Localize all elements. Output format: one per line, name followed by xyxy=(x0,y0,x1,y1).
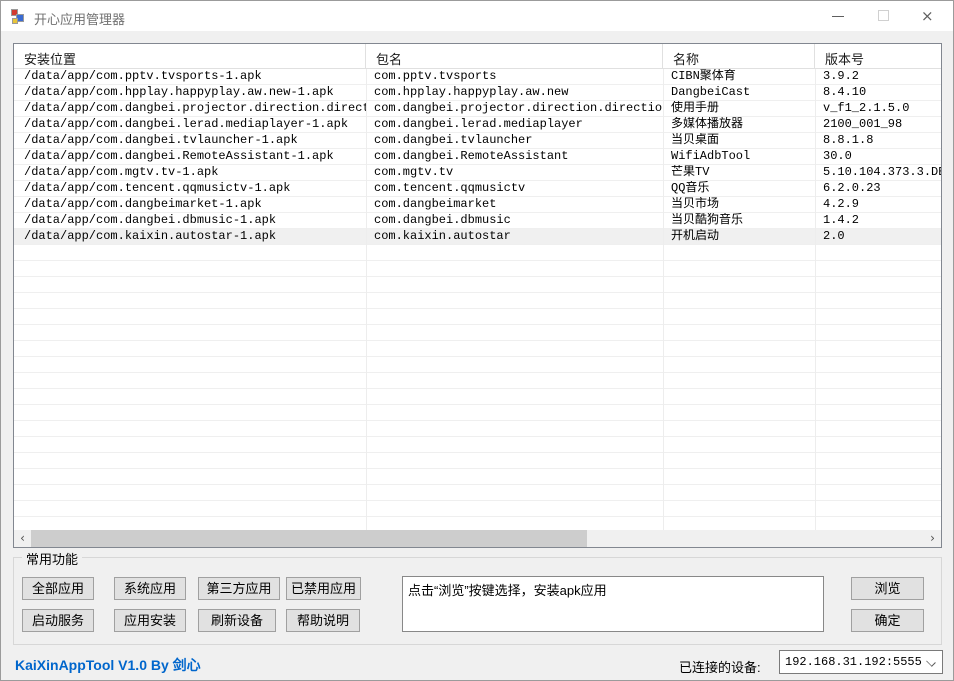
minimize-button[interactable] xyxy=(815,1,861,31)
cell-version: v_f1_2.1.5.0 xyxy=(815,101,941,116)
app-window: 开心应用管理器 × 安装位置 包名 名称 版本号 /data/app/com.p… xyxy=(0,0,954,681)
maximize-button[interactable] xyxy=(861,1,907,31)
table-row[interactable]: /data/app/com.tencent.qqmusictv-1.apk co… xyxy=(14,181,941,197)
cell-name: QQ音乐 xyxy=(663,181,815,196)
table-body: /data/app/com.pptv.tvsports-1.apk com.pp… xyxy=(14,69,941,245)
chevron-down-icon xyxy=(927,658,935,666)
close-button[interactable]: × xyxy=(907,1,953,31)
cell-install-path: /data/app/com.dangbei.tvlauncher-1.apk xyxy=(14,133,366,148)
cell-name: WifiAdbTool xyxy=(663,149,815,164)
cell-name: 多媒体播放器 xyxy=(663,117,815,132)
column-header-install-path[interactable]: 安装位置 xyxy=(14,44,366,68)
window-title: 开心应用管理器 xyxy=(34,9,125,28)
cell-version: 2.0 xyxy=(815,229,941,244)
table-row[interactable]: /data/app/com.dangbei.RemoteAssistant-1.… xyxy=(14,149,941,165)
app-icon xyxy=(11,8,27,24)
device-combobox[interactable]: 192.168.31.192:5555 xyxy=(779,650,943,674)
common-functions-group: 常用功能 全部应用 系统应用 第三方应用 已禁用应用 启动服务 应用安装 刷新设… xyxy=(13,557,942,645)
group-title: 常用功能 xyxy=(22,549,82,568)
cell-package: com.dangbeimarket xyxy=(366,197,663,212)
column-header-name[interactable]: 名称 xyxy=(663,44,815,68)
column-header-version[interactable]: 版本号 xyxy=(815,44,941,68)
cell-version: 8.4.10 xyxy=(815,85,941,100)
close-icon: × xyxy=(921,7,934,25)
cell-name: DangbeiCast xyxy=(663,85,815,100)
button-install-app[interactable]: 应用安装 xyxy=(114,609,186,632)
cell-package: com.hpplay.happyplay.aw.new xyxy=(366,85,663,100)
cell-package: com.dangbei.projector.direction.directio… xyxy=(366,101,663,116)
column-header-package[interactable]: 包名 xyxy=(366,44,663,68)
cell-install-path: /data/app/com.tencent.qqmusictv-1.apk xyxy=(14,181,366,196)
cell-package: com.dangbei.RemoteAssistant xyxy=(366,149,663,164)
cell-version: 8.8.1.8 xyxy=(815,133,941,148)
connected-device-label: 已连接的设备: xyxy=(679,657,761,676)
cell-install-path: /data/app/com.hpplay.happyplay.aw.new-1.… xyxy=(14,85,366,100)
cell-install-path: /data/app/com.dangbei.dbmusic-1.apk xyxy=(14,213,366,228)
cell-version: 2100_001_98 xyxy=(815,117,941,132)
scroll-thumb[interactable] xyxy=(31,530,587,547)
app-table: 安装位置 包名 名称 版本号 /data/app/com.pptv.tvspor… xyxy=(13,43,942,548)
cell-package: com.mgtv.tv xyxy=(366,165,663,180)
button-start-service[interactable]: 启动服务 xyxy=(22,609,94,632)
table-row[interactable]: /data/app/com.dangbeimarket-1.apk com.da… xyxy=(14,197,941,213)
cell-package: com.kaixin.autostar xyxy=(366,229,663,244)
cell-install-path: /data/app/com.dangbei.RemoteAssistant-1.… xyxy=(14,149,366,164)
table-empty-area xyxy=(14,245,941,530)
table-row[interactable]: /data/app/com.dangbei.lerad.mediaplayer-… xyxy=(14,117,941,133)
minimize-icon xyxy=(832,16,844,17)
table-row[interactable]: /data/app/com.kaixin.autostar-1.apk com.… xyxy=(14,229,941,245)
cell-name: CIBN聚体育 xyxy=(663,69,815,84)
table-row[interactable]: /data/app/com.dangbei.projector.directio… xyxy=(14,101,941,117)
cell-package: com.dangbei.dbmusic xyxy=(366,213,663,228)
scroll-right-icon[interactable]: › xyxy=(924,530,941,547)
button-third-party-apps[interactable]: 第三方应用 xyxy=(198,577,280,600)
cell-install-path: /data/app/com.mgtv.tv-1.apk xyxy=(14,165,366,180)
table-header: 安装位置 包名 名称 版本号 xyxy=(14,44,941,69)
cell-install-path: /data/app/com.dangbeimarket-1.apk xyxy=(14,197,366,212)
browse-button[interactable]: 浏览 xyxy=(851,577,924,600)
brand-text: KaiXinAppTool V1.0 By 剑心 xyxy=(15,655,201,675)
cell-name: 使用手册 xyxy=(663,101,815,116)
scroll-left-icon[interactable]: ‹ xyxy=(14,530,31,547)
cell-version: 4.2.9 xyxy=(815,197,941,212)
install-hint-textbox[interactable]: 点击“浏览”按键选择，安装apk应用 xyxy=(402,576,824,632)
table-row[interactable]: /data/app/com.dangbei.tvlauncher-1.apk c… xyxy=(14,133,941,149)
h-scrollbar[interactable]: ‹ › xyxy=(14,530,941,547)
cell-version: 1.4.2 xyxy=(815,213,941,228)
cell-name: 开机启动 xyxy=(663,229,815,244)
cell-name: 当贝市场 xyxy=(663,197,815,212)
cell-package: com.pptv.tvsports xyxy=(366,69,663,84)
cell-install-path: /data/app/com.kaixin.autostar-1.apk xyxy=(14,229,366,244)
cell-name: 当贝酷狗音乐 xyxy=(663,213,815,228)
cell-install-path: /data/app/com.pptv.tvsports-1.apk xyxy=(14,69,366,84)
cell-package: com.dangbei.lerad.mediaplayer xyxy=(366,117,663,132)
titlebar: 开心应用管理器 × xyxy=(1,1,953,31)
button-disabled-apps[interactable]: 已禁用应用 xyxy=(286,577,361,600)
cell-version: 5.10.104.373.3.DBTY_1 xyxy=(815,165,941,180)
device-combobox-value: 192.168.31.192:5555 xyxy=(785,655,922,669)
button-system-apps[interactable]: 系统应用 xyxy=(114,577,186,600)
ok-button[interactable]: 确定 xyxy=(851,609,924,632)
button-help[interactable]: 帮助说明 xyxy=(286,609,360,632)
cell-install-path: /data/app/com.dangbei.projector.directio… xyxy=(14,101,366,116)
cell-version: 3.9.2 xyxy=(815,69,941,84)
button-all-apps[interactable]: 全部应用 xyxy=(22,577,94,600)
cell-name: 当贝桌面 xyxy=(663,133,815,148)
cell-install-path: /data/app/com.dangbei.lerad.mediaplayer-… xyxy=(14,117,366,132)
table-row[interactable]: /data/app/com.hpplay.happyplay.aw.new-1.… xyxy=(14,85,941,101)
table-row[interactable]: /data/app/com.mgtv.tv-1.apk com.mgtv.tv … xyxy=(14,165,941,181)
table-row[interactable]: /data/app/com.dangbei.dbmusic-1.apk com.… xyxy=(14,213,941,229)
cell-version: 6.2.0.23 xyxy=(815,181,941,196)
button-refresh-device[interactable]: 刷新设备 xyxy=(198,609,276,632)
cell-package: com.dangbei.tvlauncher xyxy=(366,133,663,148)
maximize-icon xyxy=(878,10,889,21)
table-row[interactable]: /data/app/com.pptv.tvsports-1.apk com.pp… xyxy=(14,69,941,85)
cell-version: 30.0 xyxy=(815,149,941,164)
cell-name: 芒果TV xyxy=(663,165,815,180)
cell-package: com.tencent.qqmusictv xyxy=(366,181,663,196)
